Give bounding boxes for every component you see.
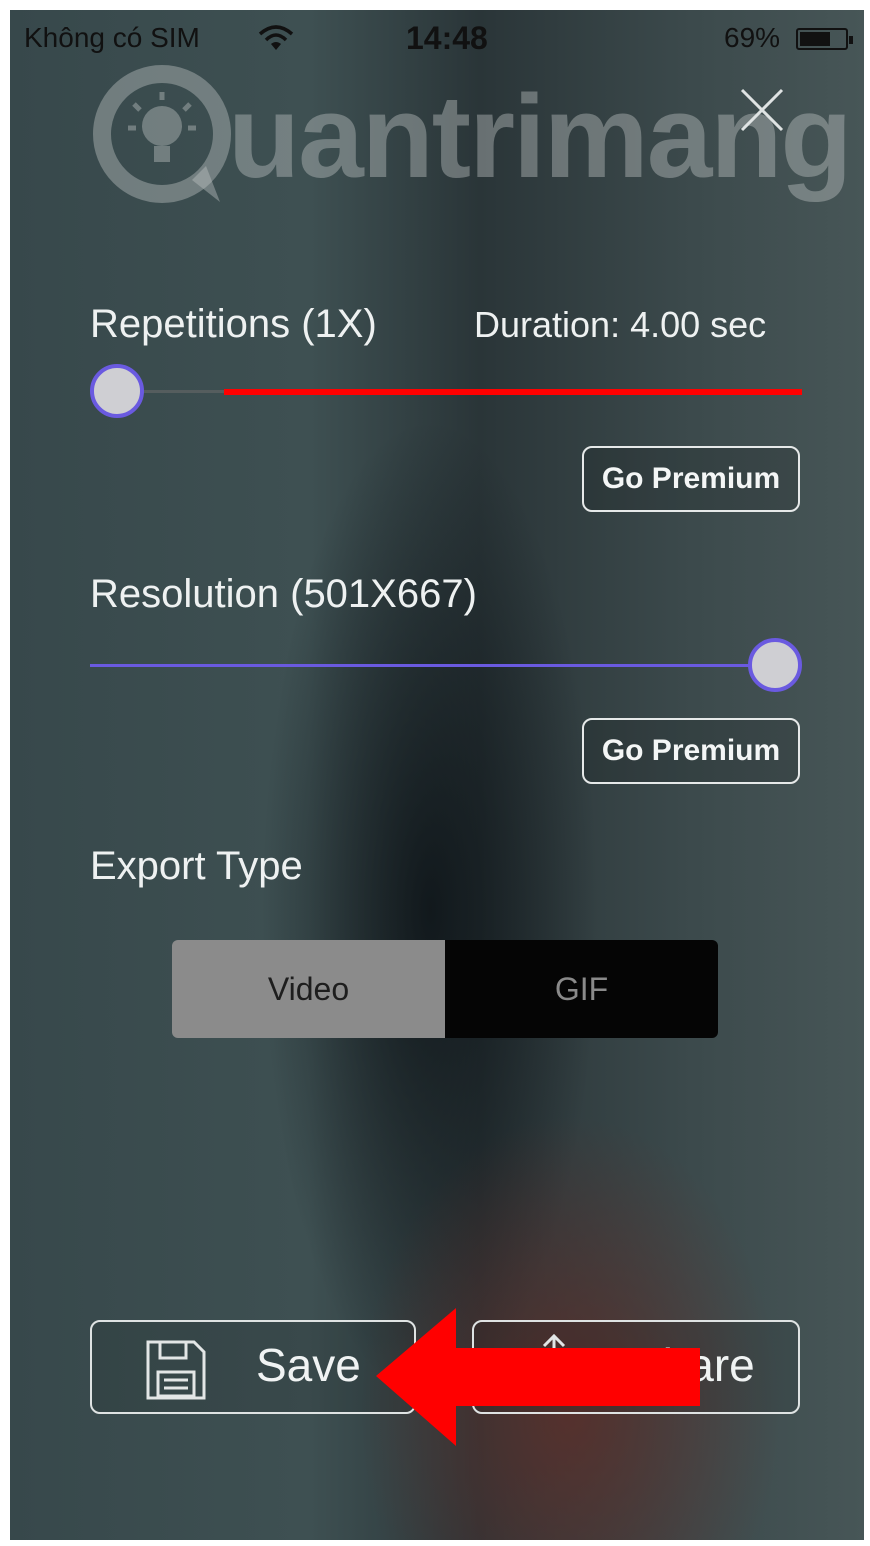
status-bar: Không có SIM 14:48 69% xyxy=(10,10,864,70)
segment-video[interactable]: Video xyxy=(172,940,445,1038)
save-button-label: Save xyxy=(256,1339,361,1391)
lightbulb-logo-icon xyxy=(93,65,231,203)
duration-label: Duration: 4.00 sec xyxy=(474,304,767,345)
go-premium-button-resolution[interactable]: Go Premium xyxy=(582,718,800,784)
app-screen: Không có SIM 14:48 69% uantrimang Repeti… xyxy=(10,10,864,1540)
segment-gif[interactable]: GIF xyxy=(445,940,718,1038)
resolution-slider[interactable] xyxy=(90,636,802,696)
save-button[interactable]: Save xyxy=(90,1320,416,1414)
watermark-logo: uantrimang xyxy=(88,62,852,212)
close-icon[interactable] xyxy=(738,86,786,134)
export-type-segmented-control[interactable]: Video GIF xyxy=(172,940,718,1038)
resolution-label: Resolution (501X667) xyxy=(90,572,477,616)
clock: 14:48 xyxy=(406,20,488,56)
wifi-icon xyxy=(258,25,294,50)
annotation-arrow xyxy=(376,1308,700,1446)
battery-percent: 69% xyxy=(724,22,781,53)
repetitions-slider-thumb[interactable] xyxy=(90,364,144,418)
go-premium-button-repetitions[interactable]: Go Premium xyxy=(582,446,800,512)
repetitions-slider[interactable] xyxy=(90,362,802,422)
resolution-track xyxy=(90,664,778,667)
battery-icon xyxy=(796,28,853,50)
repetitions-track-active xyxy=(224,389,802,395)
floppy-disk-icon xyxy=(146,1340,206,1400)
export-type-label: Export Type xyxy=(90,844,303,888)
resolution-slider-thumb[interactable] xyxy=(748,638,802,692)
repetitions-label: Repetitions (1X) xyxy=(90,302,377,346)
carrier-label: Không có SIM xyxy=(24,22,200,53)
